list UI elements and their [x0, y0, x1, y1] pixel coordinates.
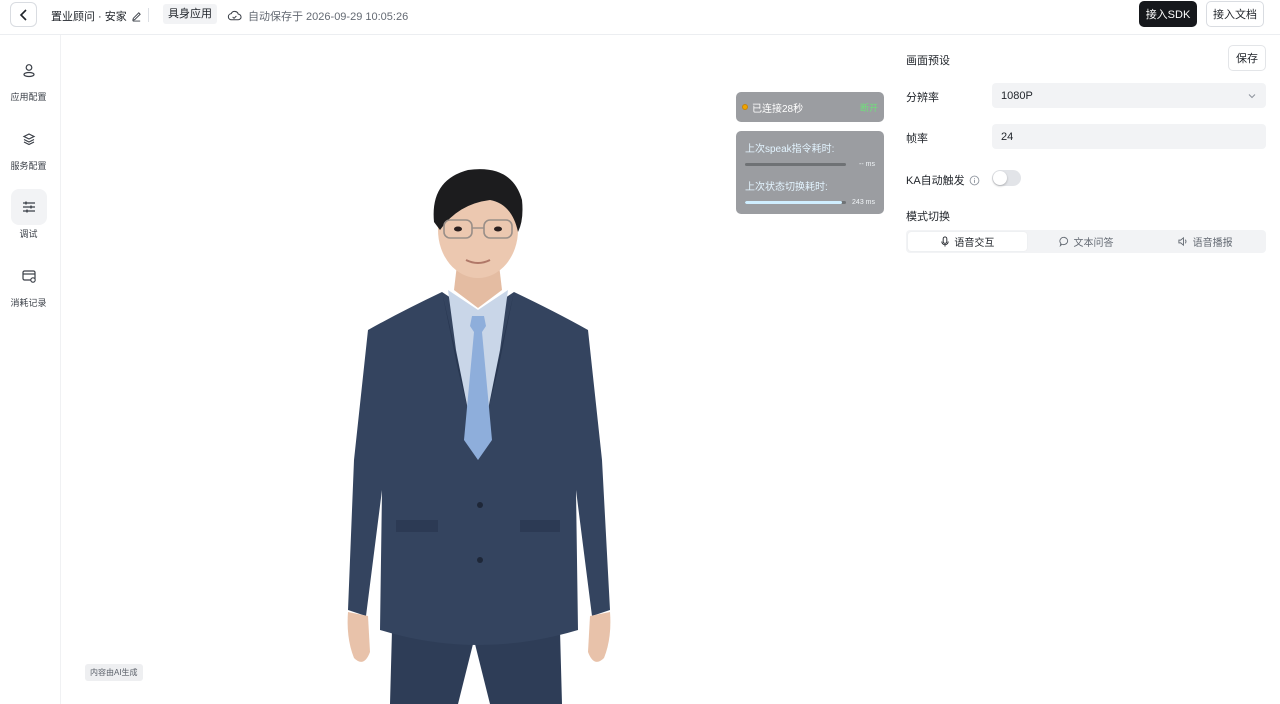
mode-option-label: 语音播报	[1192, 238, 1233, 249]
app-type-tag: 具身应用	[163, 4, 217, 24]
status-dot-icon	[742, 104, 748, 110]
save-button[interactable]: 保存	[1228, 45, 1266, 71]
microphone-icon	[941, 236, 949, 247]
mode-option-label: 文本问答	[1073, 238, 1114, 249]
sidebar-item-label: 调试	[19, 229, 38, 239]
connection-status-card: 已连接28秒 断开	[736, 92, 884, 122]
ka-trigger-label: KA自动触发	[906, 175, 965, 187]
autosave-text: 自动保存于 2026-09-29 10:05:26	[248, 11, 409, 23]
framerate-input[interactable]	[992, 124, 1266, 149]
user-icon	[11, 52, 47, 88]
billing-icon	[11, 258, 47, 294]
ai-generated-badge: 内容由AI生成	[85, 664, 143, 681]
divider	[148, 8, 149, 22]
app-name: 置业顾问 · 安家	[51, 11, 127, 23]
sdk-button[interactable]: 接入SDK	[1139, 1, 1197, 27]
mode-option-voice[interactable]: 语音交互	[908, 232, 1027, 251]
speaker-icon	[1178, 236, 1187, 247]
resolution-label: 分辨率	[906, 92, 939, 104]
toggle-knob	[993, 171, 1007, 185]
metric-label: 上次状态切换耗时:	[745, 182, 828, 193]
mode-option-label: 语音交互	[954, 238, 995, 249]
chevron-down-icon	[1248, 93, 1256, 98]
ka-trigger-toggle[interactable]	[992, 170, 1021, 186]
sidebar-item-debug[interactable]: 调试	[0, 189, 57, 249]
latency-metrics-card: 上次speak指令耗时: -- ms 上次状态切换耗时: 243 ms	[736, 131, 884, 214]
progress-bar	[745, 163, 846, 166]
chevron-left-icon	[19, 8, 27, 21]
disconnect-button[interactable]: 断开	[860, 101, 878, 114]
ka-trigger-label-row: KA自动触发	[906, 172, 980, 188]
mode-option-text[interactable]: 文本问答	[1027, 232, 1146, 251]
edit-icon[interactable]	[131, 11, 142, 22]
info-icon[interactable]	[969, 175, 980, 186]
panel-title: 画面预设	[906, 55, 950, 67]
resolution-select[interactable]: 1080P	[992, 83, 1266, 108]
metric-value: 243 ms	[852, 199, 875, 206]
sidebar: 应用配置 服务配置 调试 消耗记录	[0, 35, 61, 704]
mode-label: 模式切换	[906, 211, 950, 223]
top-bar: 置业顾问 · 安家 具身应用 自动保存于 2026-09-29 10:05:26…	[0, 0, 1280, 35]
digital-human-avatar	[347, 169, 611, 704]
cloud-icon	[227, 10, 242, 21]
back-button[interactable]	[10, 2, 37, 27]
settings-panel: 画面预设 保存 分辨率 1080P 帧率 KA自动触发 模式切换 语音交互 文本…	[888, 36, 1280, 704]
autosave-status: 自动保存于 2026-09-29 10:05:26	[227, 8, 408, 24]
metric-row: -- ms	[745, 161, 875, 168]
app-title: 置业顾问 · 安家	[51, 8, 142, 24]
mode-option-broadcast[interactable]: 语音播报	[1145, 232, 1264, 251]
docs-button[interactable]: 接入文档	[1206, 1, 1264, 27]
metric-label: 上次speak指令耗时:	[745, 144, 835, 155]
progress-bar	[745, 201, 846, 204]
connection-status-text: 已连接28秒	[752, 103, 804, 115]
sidebar-item-label: 服务配置	[10, 161, 47, 171]
sidebar-item-service-config[interactable]: 服务配置	[0, 121, 57, 181]
resolution-value: 1080P	[1001, 89, 1033, 102]
sliders-icon	[10, 189, 47, 225]
sidebar-item-usage[interactable]: 消耗记录	[0, 258, 57, 318]
sidebar-item-app-config[interactable]: 应用配置	[0, 52, 57, 112]
framerate-label: 帧率	[906, 133, 928, 145]
sidebar-item-label: 应用配置	[10, 92, 47, 102]
mode-segmented-control: 语音交互 文本问答 语音播报	[906, 230, 1266, 253]
sidebar-item-label: 消耗记录	[10, 298, 47, 308]
layers-icon	[11, 121, 47, 157]
chat-bubble-icon	[1058, 236, 1068, 247]
metric-row: 243 ms	[745, 199, 875, 206]
metric-value: -- ms	[859, 161, 875, 168]
